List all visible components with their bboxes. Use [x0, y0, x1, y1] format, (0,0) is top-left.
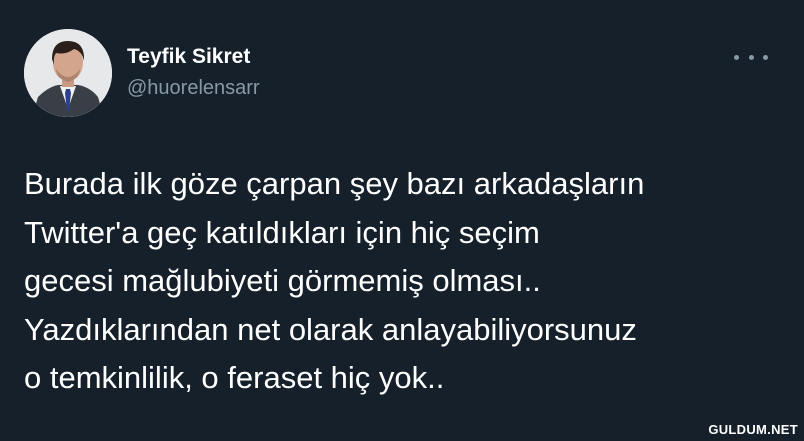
dot-icon: [763, 54, 768, 60]
dot-icon: [748, 54, 754, 60]
tweet-text-line: Burada ilk göze çarpan şey bazı arkadaşl…: [24, 166, 645, 201]
more-options-icon[interactable]: [734, 46, 768, 68]
avatar[interactable]: [24, 29, 112, 117]
tweet-text: Burada ilk göze çarpan şey bazı arkadaşl…: [24, 160, 794, 403]
tweet-text-line: Twitter'a geç katıldıkları için hiç seçi…: [24, 214, 540, 250]
tweet-text-line: Yazdıklarından net olarak anlayabiliyors…: [24, 311, 637, 347]
author-handle[interactable]: @huorelensarr: [127, 77, 260, 100]
tweet-text-line: gecesi mağlubiyeti görmemiş olması..: [24, 263, 541, 298]
avatar-photo: [24, 29, 112, 117]
watermark: GULDUM.NET: [708, 422, 798, 437]
tweet-text-line: o temkinlilik, o feraset hiç yok..: [24, 360, 445, 395]
dot-icon: [734, 54, 739, 60]
author-display-name[interactable]: Teyfik Sikret: [127, 45, 250, 69]
tweet-card: Teyfik Sikret @huorelensarr Burada ilk g…: [0, 0, 804, 441]
